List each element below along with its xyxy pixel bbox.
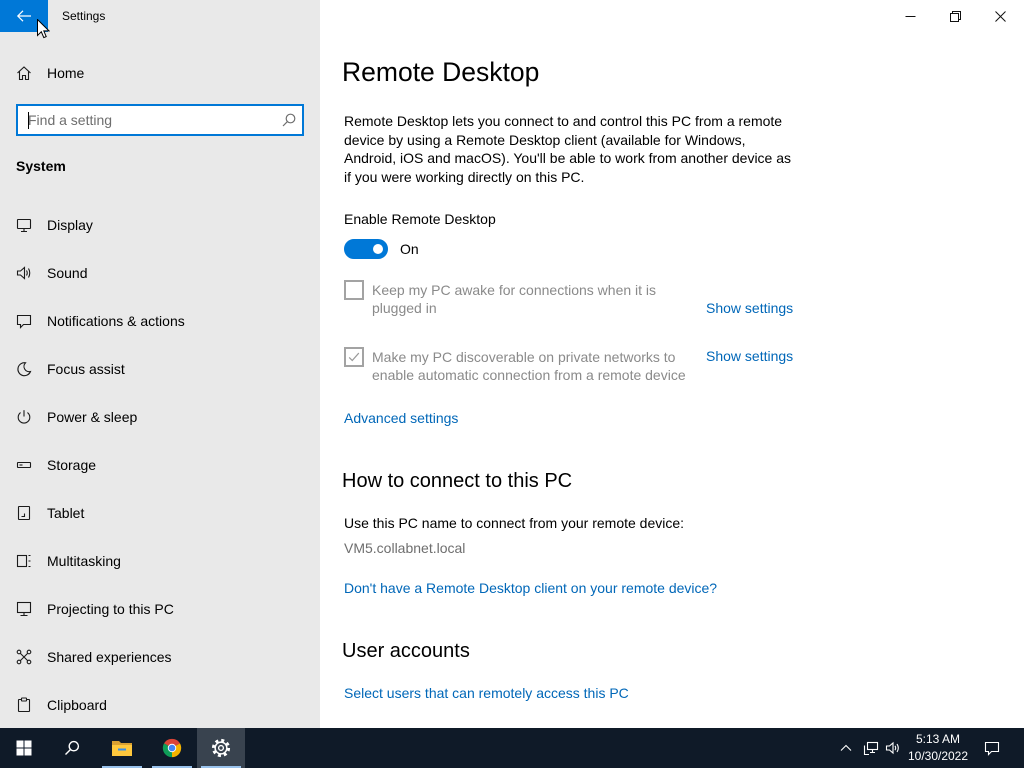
close-button[interactable]: [977, 0, 1024, 32]
taskbar: 5:13 AM 10/30/2022: [0, 728, 1024, 768]
mouse-cursor-icon: [37, 19, 50, 39]
sidebar-item-home[interactable]: Home: [0, 49, 320, 97]
keep-awake-show-settings-link[interactable]: Show settings: [706, 299, 793, 317]
sidebar-item-label: Focus assist: [47, 361, 125, 377]
minimize-button[interactable]: [887, 0, 933, 32]
toggle-state-label: On: [400, 241, 419, 257]
sidebar-nav: Display Sound Notifications & actions Fo…: [0, 201, 320, 728]
sidebar-item-label: Shared experiences: [47, 649, 172, 665]
sidebar-item-sound[interactable]: Sound: [0, 249, 320, 297]
sidebar-item-label: Projecting to this PC: [47, 601, 174, 617]
keep-awake-option: Keep my PC awake for connections when it…: [344, 280, 704, 320]
sidebar-item-label: Display: [47, 217, 93, 233]
section-title: System: [16, 158, 66, 174]
display-icon: [16, 218, 32, 233]
start-button[interactable]: [0, 728, 48, 768]
discoverable-show-settings-link[interactable]: Show settings: [706, 347, 793, 365]
select-users-link[interactable]: Select users that can remotely access th…: [344, 684, 629, 702]
sidebar-item-label: Home: [47, 65, 85, 81]
search-box[interactable]: [16, 104, 304, 136]
sidebar-item-shared-experiences[interactable]: Shared experiences: [0, 633, 320, 681]
sidebar-item-storage[interactable]: Storage: [0, 441, 320, 489]
sidebar-item-label: Power & sleep: [47, 409, 138, 425]
sidebar-item-tablet[interactable]: Tablet: [0, 489, 320, 537]
search-input[interactable]: [18, 106, 268, 134]
chrome-icon: [162, 738, 182, 758]
network-icon[interactable]: [863, 740, 879, 756]
home-icon: [17, 66, 31, 81]
tablet-icon: [17, 505, 31, 521]
toggle-knob: [373, 244, 383, 254]
enable-remote-desktop-label: Enable Remote Desktop: [344, 211, 496, 227]
discoverable-label: Make my PC discoverable on private netwo…: [372, 349, 686, 383]
advanced-settings-link[interactable]: Advanced settings: [344, 409, 458, 427]
restore-button[interactable]: [932, 0, 978, 32]
storage-icon: [16, 461, 32, 469]
file-explorer-icon: [112, 741, 132, 756]
action-center-icon[interactable]: [984, 740, 1000, 756]
clipboard-icon: [17, 697, 31, 713]
sidebar-item-projecting[interactable]: Projecting to this PC: [0, 585, 320, 633]
focus-assist-icon: [17, 362, 32, 377]
keep-awake-label: Keep my PC awake for connections when it…: [372, 282, 657, 316]
sidebar-item-display[interactable]: Display: [0, 201, 320, 249]
sound-icon: [16, 266, 31, 280]
projecting-icon: [16, 601, 32, 617]
settings-taskbar-button[interactable]: [197, 728, 245, 768]
page-description: Remote Desktop lets you connect to and c…: [344, 113, 792, 185]
sidebar-item-focus-assist[interactable]: Focus assist: [0, 345, 320, 393]
close-icon: [995, 11, 1006, 22]
search-icon: [65, 740, 80, 755]
keep-awake-checkbox[interactable]: [344, 280, 364, 300]
sidebar-item-label: Tablet: [47, 505, 85, 521]
sidebar-item-label: Sound: [47, 265, 88, 281]
page-title: Remote Desktop: [342, 57, 540, 87]
restore-icon: [950, 11, 961, 22]
user-accounts-heading: User accounts: [342, 640, 470, 662]
multitasking-icon: [16, 554, 31, 568]
sidebar-item-label: Clipboard: [47, 697, 107, 713]
taskbar-search-button[interactable]: [48, 728, 96, 768]
sidebar: Settings Home System Display Sound: [0, 0, 320, 728]
remote-desktop-toggle[interactable]: [344, 239, 388, 259]
clock-date: 10/30/2022: [907, 749, 969, 763]
app-title: Settings: [62, 9, 106, 23]
chrome-button[interactable]: [148, 728, 196, 768]
sidebar-item-clipboard[interactable]: Clipboard: [0, 681, 320, 728]
sidebar-item-label: Notifications & actions: [47, 313, 185, 329]
shared-experiences-icon: [16, 649, 32, 665]
checkmark-icon: [348, 352, 360, 362]
clock-time: 5:13 AM: [915, 732, 961, 746]
minimize-icon: [905, 16, 916, 17]
discoverable-option: Make my PC discoverable on private netwo…: [344, 347, 704, 387]
sidebar-item-label: Multitasking: [47, 553, 121, 569]
taskbar-clock[interactable]: 5:13 AM 10/30/2022: [906, 728, 970, 768]
notifications-icon: [16, 314, 32, 329]
connect-heading: How to connect to this PC: [342, 470, 573, 492]
file-explorer-button[interactable]: [98, 728, 146, 768]
back-arrow-icon: [16, 10, 31, 22]
start-windows-icon: [16, 740, 32, 756]
chevron-up-icon[interactable]: [838, 740, 854, 756]
power-icon: [17, 410, 31, 424]
pc-name-value: VM5.collabnet.local: [344, 540, 466, 556]
search-icon[interactable]: [282, 113, 296, 127]
text-caret: [28, 112, 29, 129]
settings-gear-icon: [211, 738, 231, 758]
sidebar-item-label: Storage: [47, 457, 97, 473]
sidebar-item-multitasking[interactable]: Multitasking: [0, 537, 320, 585]
connect-instruction: Use this PC name to connect from your re…: [344, 515, 685, 531]
sidebar-item-power-sleep[interactable]: Power & sleep: [0, 393, 320, 441]
volume-icon[interactable]: [885, 740, 901, 756]
sidebar-item-notifications[interactable]: Notifications & actions: [0, 297, 320, 345]
remote-client-help-link[interactable]: Don't have a Remote Desktop client on yo…: [344, 579, 717, 597]
discoverable-checkbox[interactable]: [344, 347, 364, 367]
